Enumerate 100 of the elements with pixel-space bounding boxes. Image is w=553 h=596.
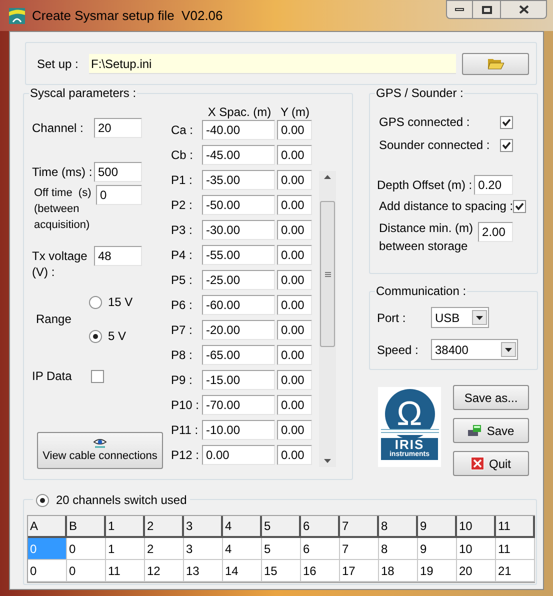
scroll-thumb[interactable] xyxy=(320,201,335,347)
electrode-label: P7 : xyxy=(170,322,194,339)
action-button[interactable]: Save xyxy=(453,418,529,443)
input-field[interactable]: -15.00 xyxy=(202,370,275,390)
field-label: GPS connected : xyxy=(379,114,470,130)
grid-cell[interactable]: 3 xyxy=(184,538,223,560)
input-field[interactable]: 0.00 xyxy=(277,245,312,265)
input-field[interactable]: -65.00 xyxy=(202,345,275,365)
grid-cell[interactable]: 11 xyxy=(496,538,535,560)
checkbox[interactable] xyxy=(91,370,104,382)
input-field[interactable]: 0.20 xyxy=(474,175,513,195)
input-field[interactable]: 0.00 xyxy=(277,195,312,215)
scroll-down-icon xyxy=(324,459,331,463)
grid-cell[interactable]: 0 xyxy=(67,538,106,560)
grid-cell[interactable]: 8 xyxy=(379,538,418,560)
radio-button[interactable] xyxy=(89,296,102,308)
grid-cell[interactable]: 13 xyxy=(184,560,223,582)
input-field[interactable]: 0.00 xyxy=(277,120,312,140)
field-label: Channel : xyxy=(32,120,84,136)
electrode-label: P12 : xyxy=(170,447,200,464)
input-field[interactable]: 0.00 xyxy=(277,220,312,240)
grid-cell[interactable]: 18 xyxy=(379,560,418,582)
grid-cell[interactable]: 19 xyxy=(418,560,457,582)
app-icon xyxy=(9,8,25,24)
input-field[interactable]: 500 xyxy=(94,162,142,182)
grid-cell[interactable]: 1 xyxy=(106,538,145,560)
action-button[interactable]: Save as... xyxy=(453,385,529,410)
input-field[interactable]: -50.00 xyxy=(202,195,275,215)
grid-cell[interactable]: 5 xyxy=(262,538,301,560)
input-field[interactable]: 0.00 xyxy=(277,395,312,415)
grid-cell[interactable]: 16 xyxy=(301,560,340,582)
grid-cell[interactable]: 11 xyxy=(106,560,145,582)
input-field[interactable]: 0.00 xyxy=(277,170,312,190)
switch-label: 20 channels switch used xyxy=(56,492,187,508)
input-field[interactable]: -55.00 xyxy=(202,245,275,265)
close-button[interactable] xyxy=(500,0,547,19)
group-title: GPS / Sounder : xyxy=(375,86,464,100)
action-button[interactable]: Quit xyxy=(453,451,529,476)
input-field[interactable]: -70.00 xyxy=(202,395,275,415)
grid-cell[interactable]: 20 xyxy=(457,560,496,582)
input-field[interactable]: 0.00 xyxy=(277,370,312,390)
grid-header-cell: B xyxy=(67,516,106,538)
input-field[interactable]: 0.00 xyxy=(277,320,312,340)
input-field[interactable]: -25.00 xyxy=(202,270,275,290)
grid-header-cell: 10 xyxy=(457,516,496,538)
grid-cell[interactable]: 15 xyxy=(262,560,301,582)
electrode-label: P6 : xyxy=(170,297,194,314)
input-field[interactable]: 0.00 xyxy=(202,445,275,465)
grid-cell[interactable]: 7 xyxy=(340,538,379,560)
input-field[interactable]: 0.00 xyxy=(277,145,312,165)
grid-cell[interactable]: 17 xyxy=(340,560,379,582)
input-field[interactable]: -40.00 xyxy=(202,120,275,140)
input-field[interactable]: 0.00 xyxy=(277,295,312,315)
grid-cell[interactable]: 4 xyxy=(223,538,262,560)
browse-button[interactable] xyxy=(462,52,529,74)
grid-cell[interactable]: 14 xyxy=(223,560,262,582)
radio-button[interactable] xyxy=(89,330,102,342)
input-field[interactable]: 0.00 xyxy=(277,445,312,465)
grid-cell[interactable]: 0 xyxy=(28,560,67,582)
checkbox[interactable] xyxy=(513,200,526,212)
input-field[interactable]: -20.00 xyxy=(202,320,275,340)
field-label: Off time (s) (between acquisition) xyxy=(33,186,92,233)
input-field[interactable]: -45.00 xyxy=(202,145,275,165)
input-field[interactable]: -10.00 xyxy=(202,420,275,440)
grid-cell[interactable]: 6 xyxy=(301,538,340,560)
input-field[interactable]: -30.00 xyxy=(202,220,275,240)
maximize-button[interactable] xyxy=(473,0,500,19)
field-label: Add distance to spacing : xyxy=(379,198,514,214)
input-field[interactable]: 2.00 xyxy=(478,222,513,242)
dropdown[interactable]: USB xyxy=(431,307,489,328)
field-label: IP Data xyxy=(32,368,73,384)
field-label: Port : xyxy=(377,310,407,326)
view-cable-connections-button[interactable]: View cable connections xyxy=(37,432,163,469)
checkbox[interactable] xyxy=(500,116,513,128)
grid-cell[interactable]: 9 xyxy=(418,538,457,560)
input-field[interactable]: 0 xyxy=(96,185,142,205)
input-field[interactable]: 20 xyxy=(94,118,142,138)
grid-cell[interactable]: 21 xyxy=(496,560,535,582)
input-field[interactable]: 48 xyxy=(94,246,142,266)
radio-button[interactable] xyxy=(36,494,49,506)
grid-cell[interactable]: 2 xyxy=(145,538,184,560)
file-path-field[interactable]: F:\Setup.ini xyxy=(89,54,456,74)
logo-symbol: Ω xyxy=(396,397,422,431)
dropdown[interactable]: 38400 xyxy=(431,339,518,360)
grid-cell[interactable]: 10 xyxy=(457,538,496,560)
grid-cell[interactable]: 12 xyxy=(145,560,184,582)
field-label: Sounder connected : xyxy=(379,137,490,153)
grid-header-cell: 7 xyxy=(340,516,379,538)
input-field[interactable]: 0.00 xyxy=(277,420,312,440)
minimize-button[interactable] xyxy=(446,0,473,19)
input-field[interactable]: -60.00 xyxy=(202,295,275,315)
scroll-up-icon xyxy=(324,175,331,179)
grid-header-cell: A xyxy=(28,516,67,538)
input-field[interactable]: -35.00 xyxy=(202,170,275,190)
grid-cell[interactable]: 0 xyxy=(67,560,106,582)
grid-header-cell: 11 xyxy=(496,516,535,538)
scrollbar[interactable] xyxy=(319,171,336,467)
input-field[interactable]: 0.00 xyxy=(277,345,312,365)
input-field[interactable]: 0.00 xyxy=(277,270,312,290)
checkbox[interactable] xyxy=(500,138,513,152)
